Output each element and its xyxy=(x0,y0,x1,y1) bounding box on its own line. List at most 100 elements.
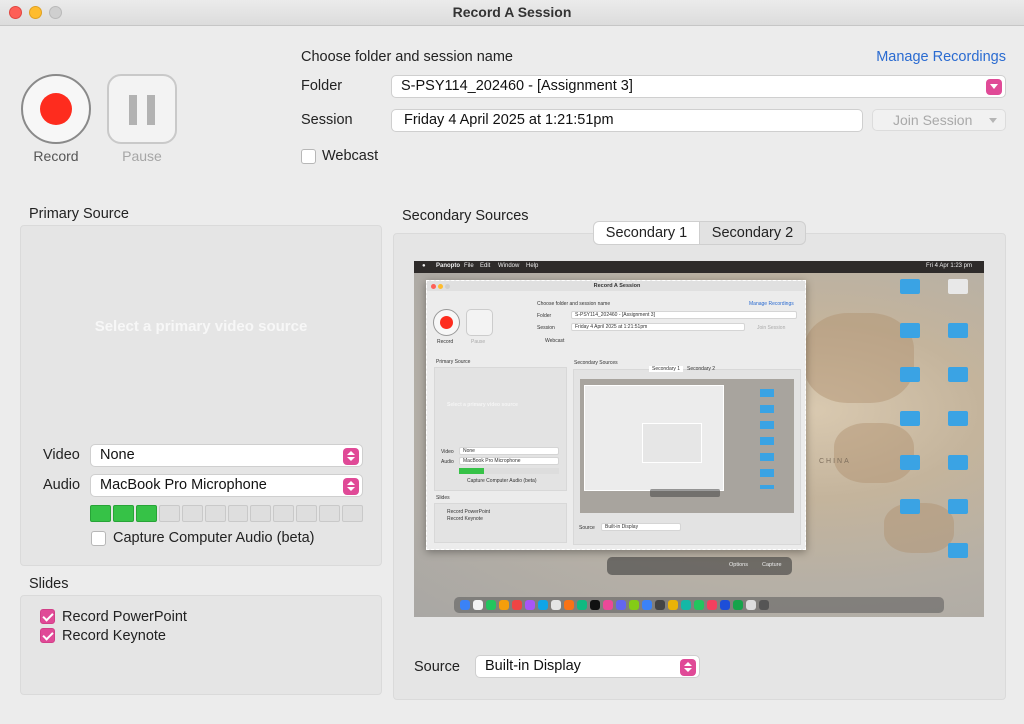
folder-select[interactable]: S-PSY114_202460 - [Assignment 3] xyxy=(391,75,1006,98)
preview-menu-item: Help xyxy=(526,263,539,269)
preview-video-value: None xyxy=(463,448,475,454)
session-name-input[interactable]: Friday 4 April 2025 at 1:21:51pm xyxy=(391,109,863,132)
tab-secondary-1[interactable]: Secondary 1 xyxy=(594,222,700,244)
video-select[interactable]: None xyxy=(90,444,363,467)
level-meter-segment xyxy=(112,505,134,522)
preview-source-label: Source xyxy=(579,525,595,531)
audio-value: MacBook Pro Microphone xyxy=(100,477,267,493)
record-icon xyxy=(40,93,72,125)
audio-label: Audio xyxy=(43,477,81,493)
chevron-down-icon xyxy=(989,118,997,123)
preview-primary-title: Primary Source xyxy=(436,359,471,365)
primary-source-title: Primary Source xyxy=(29,206,129,222)
window-title: Record A Session xyxy=(452,4,572,20)
preview-video-select: None xyxy=(459,447,559,455)
record-keynote-label: Record Keynote xyxy=(62,628,166,644)
preview-placeholder: Select a primary video source xyxy=(447,402,518,408)
screen-preview: ● Panopto File Edit Window Help Fri 4 Ap… xyxy=(414,261,984,617)
preview-menu-item: Edit xyxy=(480,263,491,269)
record-button[interactable] xyxy=(21,74,91,144)
secondary-sources-title: Secondary Sources xyxy=(402,208,529,224)
preview-toolbar-capture: Capture xyxy=(762,562,782,568)
preview-secondary-title: Secondary Sources xyxy=(574,360,618,366)
webcast-checkbox[interactable] xyxy=(301,149,316,164)
updown-chevron-icon xyxy=(343,478,359,495)
session-label: Session xyxy=(301,112,353,128)
slides-title: Slides xyxy=(29,576,69,592)
level-meter-segment xyxy=(342,505,364,522)
level-meter-segment xyxy=(181,505,203,522)
apple-icon: ● xyxy=(422,263,426,269)
secondary-tabs: Secondary 1 Secondary 2 xyxy=(593,221,806,245)
folder-icon xyxy=(948,323,968,338)
updown-chevron-icon xyxy=(343,448,359,465)
audio-level-meter xyxy=(90,505,364,522)
preview-window: Record A Session Record Pause Choose fol… xyxy=(426,280,806,550)
preview-folder-label: Folder xyxy=(537,313,552,319)
preview-window-title: Record A Session xyxy=(427,281,805,291)
preview-record-icon xyxy=(433,309,460,336)
folder-icon xyxy=(900,455,920,470)
preview-slide-item: Record PowerPoint xyxy=(447,509,491,515)
source-value: Built-in Display xyxy=(485,658,581,674)
level-meter-segment xyxy=(227,505,249,522)
preview-dock xyxy=(454,597,944,613)
preview-tab-secondary-1: Secondary 1 xyxy=(649,366,684,372)
level-meter-segment xyxy=(296,505,318,522)
preview-source-select: Built-in Display xyxy=(601,523,681,531)
record-powerpoint-checkbox[interactable] xyxy=(40,609,55,624)
preview-audio-select: MacBook Pro Microphone xyxy=(459,457,559,465)
pause-button[interactable] xyxy=(107,74,177,144)
manage-recordings-link[interactable]: Manage Recordings xyxy=(876,49,1006,65)
level-meter-segment xyxy=(319,505,341,522)
level-meter-segment xyxy=(90,505,111,522)
folder-value: S-PSY114_202460 - [Assignment 3] xyxy=(401,78,633,94)
join-session-label: Join Session xyxy=(893,112,973,128)
preview-menu-item: Window xyxy=(498,263,520,269)
folder-icon xyxy=(948,543,968,558)
preview-menubar: ● Panopto File Edit Window Help Fri 4 Ap… xyxy=(414,261,984,273)
tab-secondary-2[interactable]: Secondary 2 xyxy=(700,222,805,244)
record-keynote-checkbox[interactable] xyxy=(40,628,55,643)
level-meter-segment xyxy=(158,505,180,522)
preview-manage-link: Manage Recordings xyxy=(749,301,794,307)
preview-folder-select: S-PSY114_202460 - [Assignment 3] xyxy=(571,311,797,319)
folder-icon xyxy=(900,279,920,294)
audio-select[interactable]: MacBook Pro Microphone xyxy=(90,474,363,497)
document-icon xyxy=(948,279,968,294)
folder-icon xyxy=(900,411,920,426)
preview-header: Choose folder and session name xyxy=(537,301,611,307)
folder-icon xyxy=(948,367,968,382)
preview-menu-item: File xyxy=(464,263,474,269)
preview-level-meter xyxy=(459,468,559,474)
folder-icon xyxy=(900,499,920,514)
preview-join-label: Join Session xyxy=(757,325,786,331)
folder-label: Folder xyxy=(301,78,343,94)
session-value: Friday 4 April 2025 at 1:21:51pm xyxy=(404,112,614,128)
source-select[interactable]: Built-in Display xyxy=(475,655,700,678)
preview-session-value: Friday 4 April 2025 at 1:21:51pm xyxy=(575,324,648,330)
preview-audio-label: Audio xyxy=(441,459,454,465)
preview-session-input: Friday 4 April 2025 at 1:21:51pm xyxy=(571,323,745,331)
preview-record-label: Record xyxy=(437,339,454,345)
folder-icon xyxy=(900,367,920,382)
folder-icon xyxy=(948,499,968,514)
preview-toolbar-options: Options xyxy=(729,562,748,568)
pause-icon-bar xyxy=(147,95,155,125)
preview-map-label: CHINA xyxy=(819,458,851,465)
preview-clock: Fri 4 Apr 1:23 pm xyxy=(926,263,973,269)
capture-audio-checkbox[interactable] xyxy=(91,531,106,546)
level-meter-segment xyxy=(135,505,157,522)
folder-icon xyxy=(900,323,920,338)
primary-source-placeholder: Select a primary video source xyxy=(94,318,308,335)
join-session-button[interactable]: Join Session xyxy=(872,109,1006,131)
title-bar: Record A Session xyxy=(0,0,1024,26)
preview-video-label: Video xyxy=(441,449,454,455)
preview-pause-label: Pause xyxy=(471,339,486,345)
preview-slide-item: Record Keynote xyxy=(447,516,483,522)
preview-menu-item: Panopto xyxy=(436,263,460,269)
video-value: None xyxy=(100,447,135,463)
record-label: Record xyxy=(33,148,79,164)
session-header: Choose folder and session name xyxy=(301,49,513,65)
pause-icon xyxy=(129,95,137,125)
